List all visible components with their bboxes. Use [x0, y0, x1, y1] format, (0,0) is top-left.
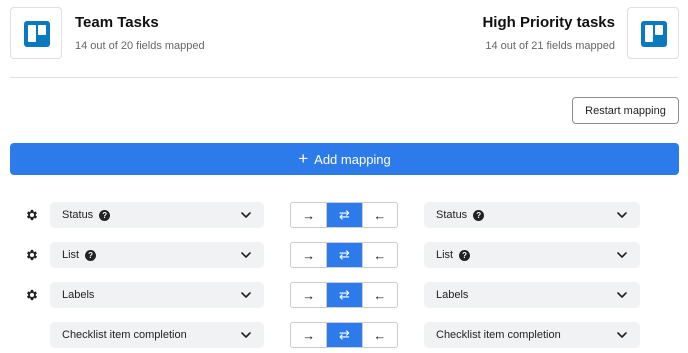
- sync-direction-toggle: → ⇄ ←: [290, 242, 398, 268]
- chevron-down-icon: [240, 289, 252, 301]
- sync-direction-toggle: → ⇄ ←: [290, 282, 398, 308]
- gear-icon[interactable]: [25, 288, 39, 302]
- add-mapping-label: Add mapping: [314, 151, 391, 167]
- chevron-down-icon: [240, 329, 252, 341]
- mapping-row: Checklist item completion → ⇄ ← Checklist it…: [0, 322, 688, 348]
- field-label: Labels: [62, 289, 95, 301]
- sync-direction-toggle: → ⇄ ←: [290, 202, 398, 228]
- target-field-select[interactable]: Status?: [424, 202, 640, 228]
- sync-right-to-left-button[interactable]: ←: [361, 243, 397, 267]
- help-icon[interactable]: ?: [473, 209, 485, 221]
- field-label: Checklist item completion: [436, 329, 561, 341]
- sync-both-ways-button[interactable]: ⇄: [326, 283, 362, 307]
- sync-right-to-left-button[interactable]: ←: [361, 323, 397, 347]
- chevron-down-icon: [240, 209, 252, 221]
- source-field-select[interactable]: Labels: [50, 282, 264, 308]
- sync-right-to-left-button[interactable]: ←: [361, 203, 397, 227]
- sync-direction-toggle: → ⇄ ←: [290, 322, 398, 348]
- trello-icon: [641, 21, 667, 47]
- sync-both-ways-button[interactable]: ⇄: [326, 203, 362, 227]
- source-subtitle: 14 out of 20 fields mapped: [75, 40, 205, 52]
- trello-icon: [24, 21, 50, 47]
- chevron-down-icon: [616, 249, 628, 261]
- header-divider: [10, 77, 678, 78]
- target-field-select[interactable]: Checklist item completion: [424, 322, 640, 348]
- source-field-select[interactable]: List?: [50, 242, 264, 268]
- field-label: Checklist item completion: [62, 329, 187, 341]
- field-label: Status: [62, 209, 94, 221]
- source-field-select[interactable]: Status?: [50, 202, 264, 228]
- help-icon[interactable]: ?: [99, 209, 111, 221]
- help-icon[interactable]: ?: [85, 249, 97, 261]
- source-field-select[interactable]: Checklist item completion: [50, 322, 264, 348]
- sync-left-to-right-button[interactable]: →: [291, 283, 326, 307]
- target-field-select[interactable]: Labels: [424, 282, 640, 308]
- chevron-down-icon: [616, 209, 628, 221]
- field-label: List: [62, 249, 80, 261]
- sync-left-to-right-button[interactable]: →: [291, 243, 326, 267]
- chevron-down-icon: [240, 249, 252, 261]
- field-label: List: [436, 249, 454, 261]
- target-app-logo: [627, 7, 679, 59]
- field-label: Labels: [436, 289, 469, 301]
- source-title: Team Tasks: [75, 14, 159, 31]
- sync-left-to-right-button[interactable]: →: [291, 203, 326, 227]
- restart-mapping-button[interactable]: Restart mapping: [572, 97, 679, 124]
- target-subtitle: 14 out of 21 fields mapped: [485, 40, 615, 52]
- mapping-row: Status? → ⇄ ← Status?: [0, 202, 688, 228]
- gear-icon[interactable]: [25, 208, 39, 222]
- header: Team Tasks 14 out of 20 fields mapped Hi…: [0, 0, 688, 78]
- sync-left-to-right-button[interactable]: →: [291, 323, 326, 347]
- sync-both-ways-button[interactable]: ⇄: [326, 323, 362, 347]
- gear-icon[interactable]: [25, 248, 39, 262]
- chevron-down-icon: [616, 289, 628, 301]
- source-app-logo: [10, 7, 62, 59]
- add-mapping-button[interactable]: + Add mapping: [10, 143, 679, 175]
- mapping-row: Labels → ⇄ ← Labels: [0, 282, 688, 308]
- mapping-row: List? → ⇄ ← List?: [0, 242, 688, 268]
- target-title: High Priority tasks: [482, 14, 615, 31]
- chevron-down-icon: [616, 329, 628, 341]
- sync-both-ways-button[interactable]: ⇄: [326, 243, 362, 267]
- plus-icon: +: [298, 148, 309, 168]
- field-label: Status: [436, 209, 468, 221]
- sync-right-to-left-button[interactable]: ←: [361, 283, 397, 307]
- target-field-select[interactable]: List?: [424, 242, 640, 268]
- help-icon[interactable]: ?: [459, 249, 471, 261]
